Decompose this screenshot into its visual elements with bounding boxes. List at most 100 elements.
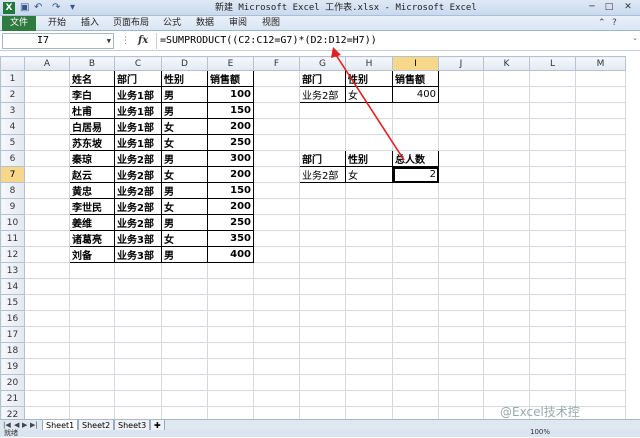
cell[interactable] [253,342,300,359]
cell[interactable] [529,294,576,311]
cell[interactable] [529,102,576,119]
cell[interactable] [575,310,626,327]
cell[interactable] [24,390,70,407]
cell[interactable] [529,166,576,183]
worksheet-grid[interactable]: A B C D E F G H I J K L M 1 姓名 部门 性别 销售额 部门 性别… [0,56,626,423]
cell[interactable] [299,310,346,327]
cell[interactable] [345,294,393,311]
cell[interactable] [483,294,530,311]
cell[interactable]: 刘备 [69,246,115,263]
column-header[interactable]: A [24,56,70,71]
cell[interactable] [253,102,300,119]
row-header[interactable]: 21 [0,390,25,407]
row-header[interactable]: 2 [0,86,25,103]
lookup-header-cell[interactable]: 销售额 [392,70,439,87]
cell[interactable] [24,214,70,231]
cell[interactable] [438,358,484,375]
cell[interactable] [483,278,530,295]
cell[interactable] [299,294,346,311]
cell[interactable] [483,246,530,263]
cell[interactable] [299,182,346,199]
cell[interactable]: 100 [207,86,254,103]
cell[interactable] [253,358,300,375]
cell[interactable]: 苏东坡 [69,134,115,151]
cell[interactable] [529,246,576,263]
cell[interactable] [24,118,70,135]
cell[interactable] [575,246,626,263]
cell[interactable] [392,118,439,135]
cell[interactable]: 诸葛亮 [69,230,115,247]
cell[interactable]: 男 [161,214,208,231]
cell[interactable] [69,342,115,359]
formula-expand-icon[interactable]: ⌄ [632,34,638,42]
cell[interactable] [299,246,346,263]
cell[interactable] [24,294,70,311]
cell[interactable] [529,358,576,375]
cell[interactable] [24,166,70,183]
cell[interactable] [299,278,346,295]
cell[interactable] [392,390,439,407]
cell[interactable] [345,246,393,263]
cell[interactable] [438,166,484,183]
cell[interactable] [299,134,346,151]
cell[interactable] [253,214,300,231]
cell[interactable]: 女 [161,198,208,215]
cell[interactable]: 业务2部 [299,86,346,103]
table-header-cell[interactable]: 性别 [161,70,208,87]
column-header[interactable]: E [207,56,254,71]
cell[interactable] [438,230,484,247]
cell[interactable] [483,214,530,231]
cell[interactable]: 200 [207,118,254,135]
row-header[interactable]: 9 [0,198,25,215]
cell[interactable] [24,326,70,343]
cell[interactable]: 女 [161,118,208,135]
cell[interactable] [483,150,530,167]
cell[interactable] [299,342,346,359]
cell[interactable] [529,230,576,247]
cell[interactable] [253,262,300,279]
cell[interactable] [161,326,208,343]
cell[interactable] [161,278,208,295]
column-header[interactable]: C [114,56,162,71]
cell[interactable] [438,118,484,135]
excel-logo-icon[interactable]: X [3,2,15,14]
cell[interactable] [24,310,70,327]
cell[interactable] [253,278,300,295]
cell[interactable]: 150 [207,102,254,119]
cell[interactable] [253,134,300,151]
cell[interactable] [24,102,70,119]
cell[interactable] [24,246,70,263]
cell[interactable] [24,358,70,375]
lookup-header-cell[interactable]: 性别 [345,150,393,167]
cell[interactable] [345,262,393,279]
cell[interactable] [575,230,626,247]
column-header-selected[interactable]: I [392,56,439,71]
cell[interactable] [483,326,530,343]
formula-input[interactable]: =SUMPRODUCT((C2:C12=G7)*(D2:D12=H7)) [156,33,626,49]
cell[interactable] [575,86,626,103]
cell[interactable] [392,134,439,151]
cell[interactable] [483,86,530,103]
cell[interactable] [438,326,484,343]
cell[interactable]: 女 [345,166,393,183]
cell[interactable] [345,214,393,231]
help-icon[interactable]: ? [612,17,617,30]
cell[interactable] [575,262,626,279]
cell[interactable]: 250 [207,214,254,231]
cell[interactable] [529,278,576,295]
row-header[interactable]: 16 [0,310,25,327]
cell[interactable] [253,326,300,343]
cell[interactable] [114,342,162,359]
cell[interactable] [438,294,484,311]
cell[interactable] [438,70,484,87]
cell[interactable] [69,278,115,295]
cell[interactable] [575,118,626,135]
column-header[interactable]: G [299,56,346,71]
lookup-header-cell[interactable]: 部门 [299,150,346,167]
cell[interactable] [207,358,254,375]
cell[interactable]: 业务1部 [114,86,162,103]
row-header[interactable]: 5 [0,134,25,151]
row-header[interactable]: 15 [0,294,25,311]
lookup-header-cell[interactable]: 部门 [299,70,346,87]
row-header[interactable]: 11 [0,230,25,247]
